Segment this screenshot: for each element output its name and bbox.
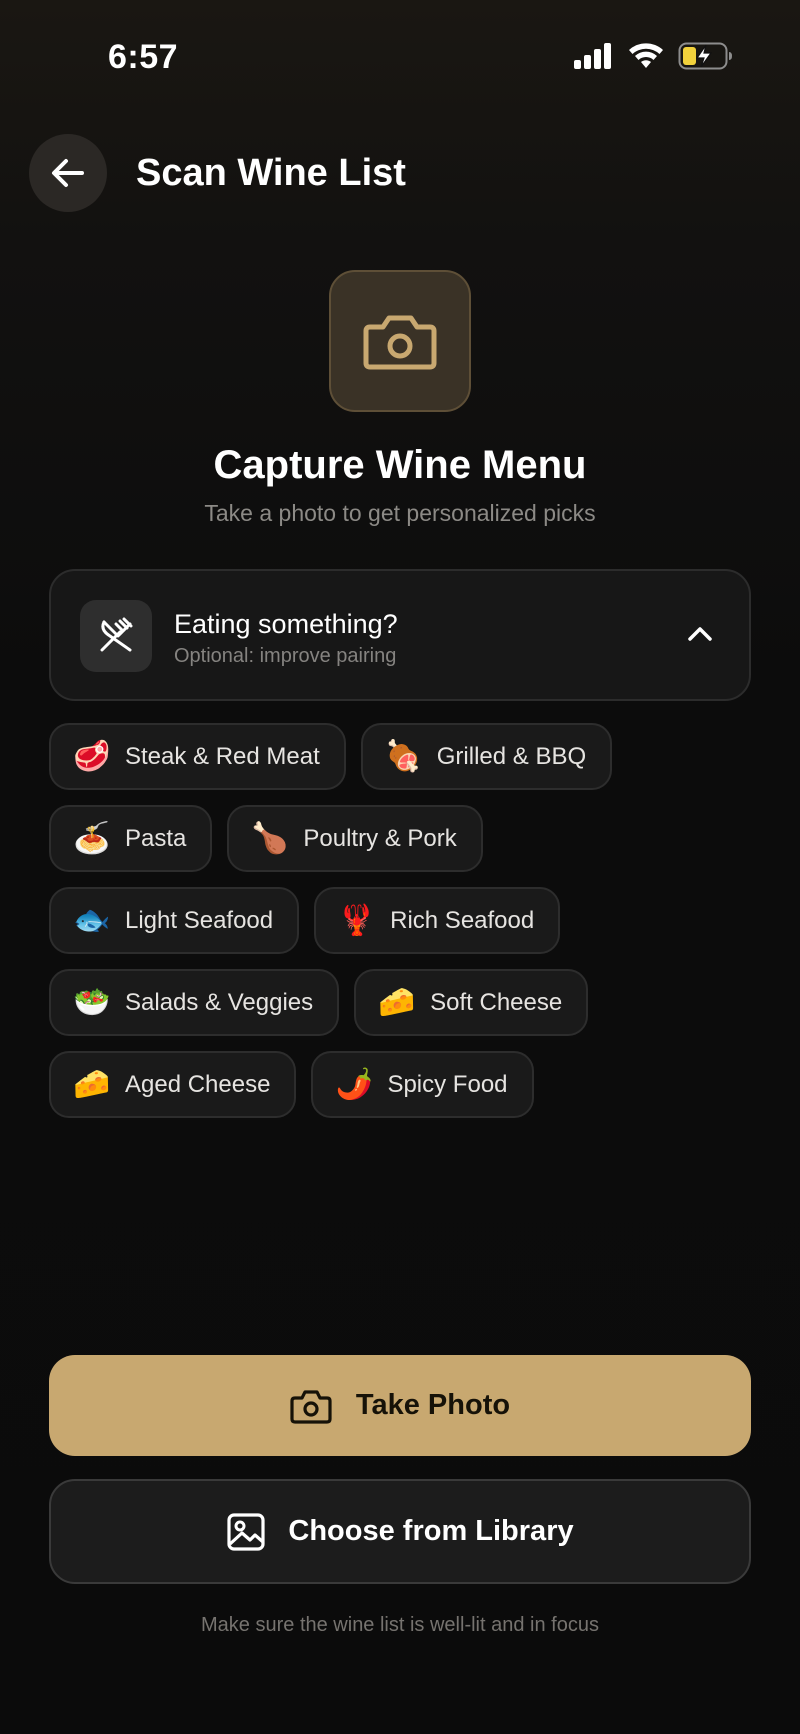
chip-label: Poultry & Pork xyxy=(303,824,457,852)
fish-icon: 🐟 xyxy=(73,903,111,937)
hero-camera-badge xyxy=(329,270,471,412)
chip-light-seafood[interactable]: 🐟 Light Seafood xyxy=(49,887,300,954)
signal-icon xyxy=(574,43,611,69)
chip-rich-seafood[interactable]: 🦞 Rich Seafood xyxy=(314,887,561,954)
chip-label: Steak & Red Meat xyxy=(125,742,320,770)
chip-row: 🥩 Steak & Red Meat 🍖 Grilled & BBQ xyxy=(49,723,759,790)
chip-label: Grilled & BBQ xyxy=(436,742,587,770)
status-icons xyxy=(574,42,734,70)
battery-charging-icon xyxy=(678,42,732,70)
food-pairing-toggle[interactable]: Eating something? Optional: improve pair… xyxy=(49,569,751,701)
arrow-left-icon xyxy=(52,159,84,187)
status-time: 6:57 xyxy=(108,38,179,76)
utensils-badge xyxy=(80,600,152,672)
spaghetti-icon: 🍝 xyxy=(73,821,111,855)
choose-from-library-button[interactable]: Choose from Library xyxy=(49,1479,751,1584)
chip-poultry-pork[interactable]: 🍗 Poultry & Pork xyxy=(227,805,483,872)
chili-pepper-icon: 🌶️ xyxy=(335,1067,373,1101)
poultry-leg-icon: 🍗 xyxy=(251,821,289,855)
chip-row: 🐟 Light Seafood 🦞 Rich Seafood xyxy=(49,887,759,954)
take-photo-label: Take Photo xyxy=(355,1389,511,1421)
image-icon xyxy=(227,1512,265,1551)
chip-label: Spicy Food xyxy=(387,1070,508,1098)
back-button[interactable] xyxy=(29,134,107,212)
chip-label: Rich Seafood xyxy=(390,906,535,934)
chip-row: 🧀 Aged Cheese 🌶️ Spicy Food xyxy=(49,1051,759,1118)
footer-hint: Make sure the wine list is well-lit and … xyxy=(201,1614,599,1636)
cheese-icon: 🧀 xyxy=(378,985,416,1019)
chip-label: Light Seafood xyxy=(125,906,274,934)
chevron-up-icon[interactable] xyxy=(685,619,715,649)
library-label: Choose from Library xyxy=(288,1515,574,1547)
camera-icon xyxy=(363,315,437,370)
hero-subtitle: Take a photo to get personalized picks xyxy=(204,500,596,526)
chip-row: 🍝 Pasta 🍗 Poultry & Pork xyxy=(49,805,759,872)
food-chip-list: 🥩 Steak & Red Meat 🍖 Grilled & BBQ 🍝 Pas… xyxy=(49,723,759,1133)
cheese-icon: 🧀 xyxy=(73,1067,111,1101)
camera-icon xyxy=(290,1389,332,1424)
scan-wine-list-screen: 6:57 Scan Wine List Capture Wine Menu Ta… xyxy=(0,0,800,1734)
wifi-icon xyxy=(629,43,663,68)
chip-spicy-food[interactable]: 🌶️ Spicy Food xyxy=(311,1051,534,1118)
status-bar: 6:57 xyxy=(0,0,800,120)
chip-row: 🥗 Salads & Veggies 🧀 Soft Cheese xyxy=(49,969,759,1036)
pairing-title: Eating something? xyxy=(174,609,398,639)
chip-label: Pasta xyxy=(125,824,187,852)
chip-pasta[interactable]: 🍝 Pasta xyxy=(49,805,213,872)
salad-icon: 🥗 xyxy=(73,985,111,1019)
meat-on-bone-icon: 🍖 xyxy=(384,739,423,773)
pairing-subtitle: Optional: improve pairing xyxy=(174,645,397,667)
chip-salads-veggies[interactable]: 🥗 Salads & Veggies xyxy=(49,969,340,1036)
chip-steak-red-meat[interactable]: 🥩 Steak & Red Meat xyxy=(49,723,346,790)
hero-title: Capture Wine Menu xyxy=(213,443,587,487)
utensils-crossed-icon xyxy=(100,617,133,652)
chip-label: Salads & Veggies xyxy=(125,988,314,1016)
chip-label: Aged Cheese xyxy=(125,1070,271,1098)
chip-soft-cheese[interactable]: 🧀 Soft Cheese xyxy=(354,969,589,1036)
chip-grilled-bbq[interactable]: 🍖 Grilled & BBQ xyxy=(360,723,613,790)
take-photo-button[interactable]: Take Photo xyxy=(49,1355,751,1456)
chip-aged-cheese[interactable]: 🧀 Aged Cheese xyxy=(49,1051,297,1118)
chip-label: Soft Cheese xyxy=(430,988,563,1016)
lobster-icon: 🦞 xyxy=(338,903,376,937)
page-title: Scan Wine List xyxy=(136,152,406,194)
steak-icon: 🥩 xyxy=(73,739,111,773)
